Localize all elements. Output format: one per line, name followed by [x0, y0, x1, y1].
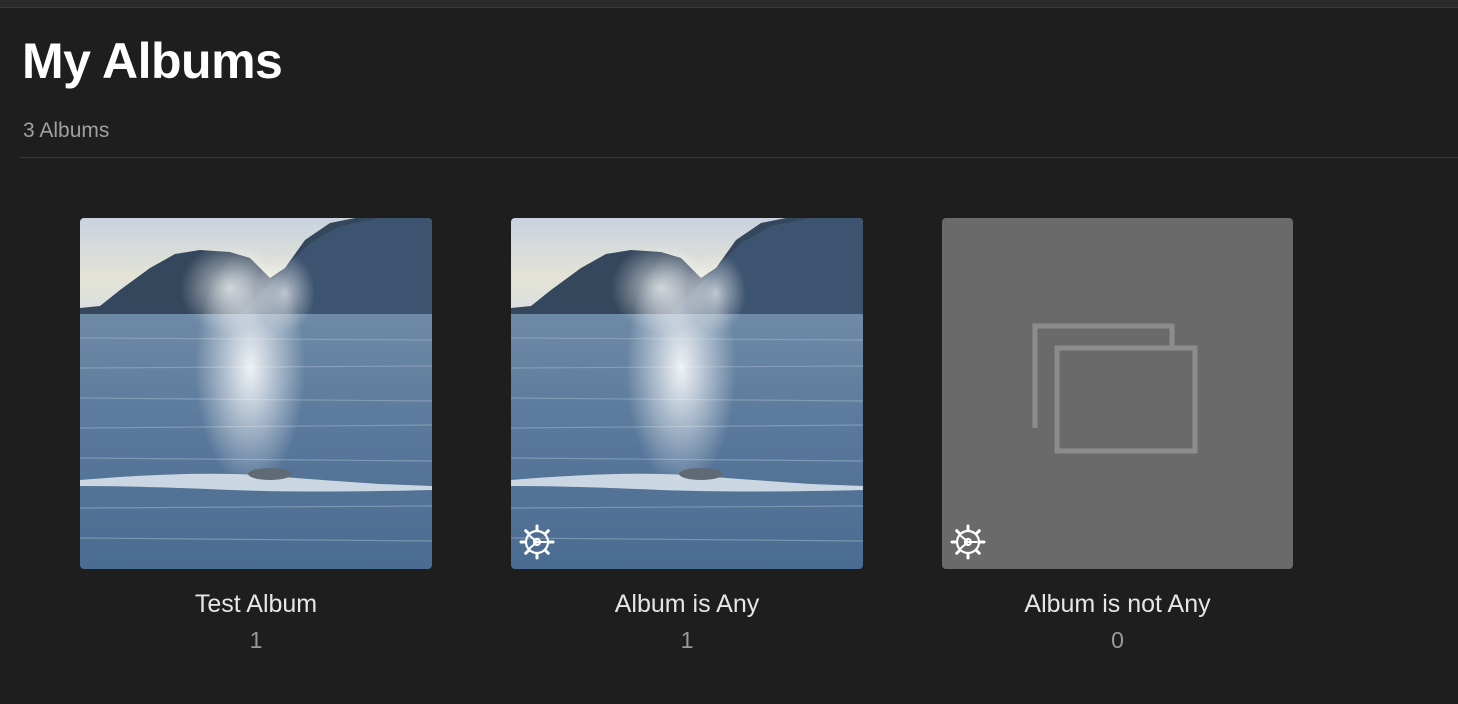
album-item-count: 1	[249, 627, 263, 653]
gear-icon	[519, 524, 555, 560]
album-tile-album-is-not-any[interactable]: Album is not Any 0	[942, 218, 1293, 653]
album-tile-album-is-any[interactable]: Album is Any 1	[511, 218, 863, 653]
album-tile-test-album[interactable]: Test Album 1	[80, 218, 432, 653]
album-thumbnail[interactable]	[80, 218, 432, 569]
header-divider	[20, 157, 1458, 158]
album-thumbnail[interactable]	[511, 218, 863, 569]
gear-icon	[950, 524, 986, 560]
album-name: Test Album	[194, 590, 318, 618]
album-name: Album is Any	[614, 590, 760, 618]
album-item-count: 1	[680, 627, 694, 653]
window-top-edge	[0, 0, 1458, 8]
page-title: My Albums	[22, 33, 283, 89]
whale-spout-photo	[80, 218, 432, 569]
album-item-count: 0	[1111, 627, 1124, 653]
whale-spout-photo	[511, 218, 863, 569]
album-thumbnail[interactable]	[942, 218, 1293, 569]
album-name: Album is not Any	[1024, 590, 1211, 618]
empty-album-placeholder-icon	[1032, 323, 1198, 454]
album-count: 3 Albums	[23, 119, 110, 142]
